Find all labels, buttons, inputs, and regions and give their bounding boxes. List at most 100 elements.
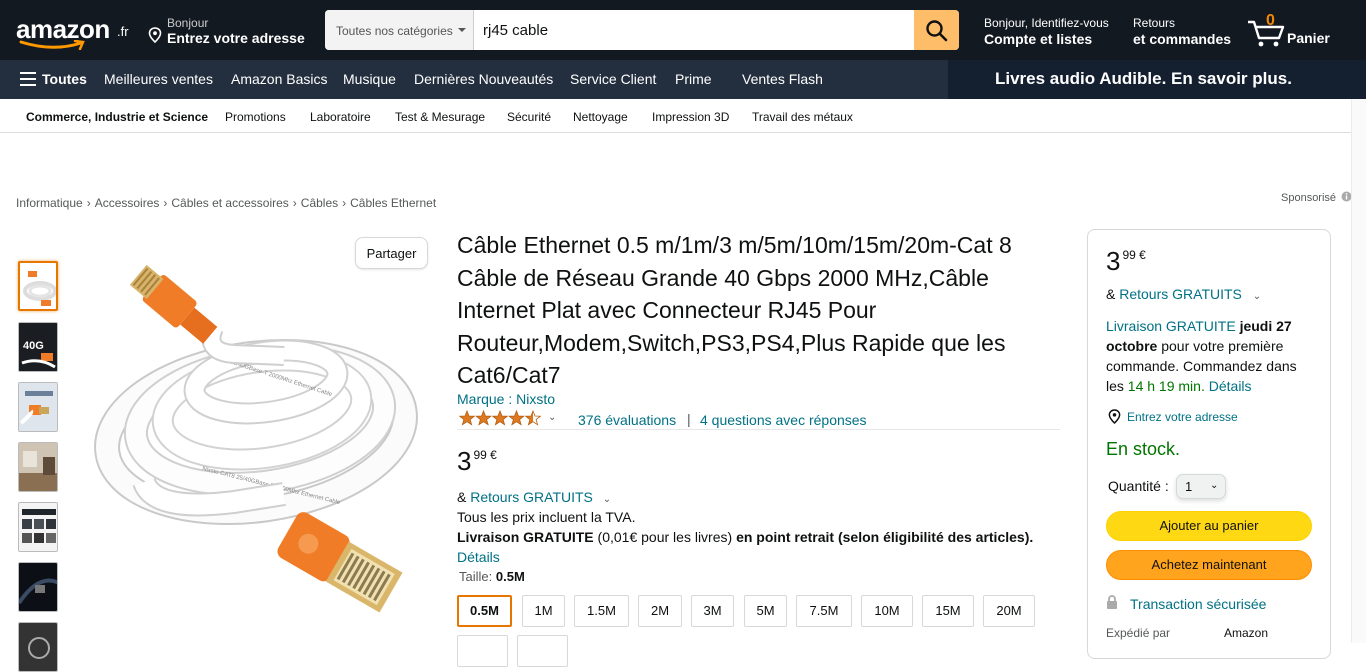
star-rating-icon[interactable] xyxy=(459,410,543,426)
rating-row: ⌄ 376 évaluations | 4 questions avec rép… xyxy=(457,410,1060,430)
nav-item-service-client[interactable]: Service Client xyxy=(570,71,656,87)
subnav-item-impression-3d[interactable]: Impression 3D xyxy=(652,110,729,124)
chevron-down-icon[interactable]: ⌄ xyxy=(603,494,611,505)
size-option[interactable]: 7.5M xyxy=(796,595,852,627)
hamburger-menu-icon[interactable] xyxy=(20,72,36,86)
breadcrumb-separator: › xyxy=(342,196,347,210)
breadcrumb-item[interactable]: Informatique xyxy=(16,196,83,210)
secure-transaction[interactable]: Transaction sécurisée xyxy=(1106,595,1276,613)
size-option[interactable]: 1M xyxy=(522,595,565,627)
size-option[interactable]: 20M xyxy=(983,595,1035,627)
nav-item-prime[interactable]: Prime xyxy=(675,71,712,87)
thumbnail-cable-white[interactable] xyxy=(18,261,58,311)
rating-separator: | xyxy=(687,411,691,427)
questions-link[interactable]: 4 questions avec réponses xyxy=(700,412,867,428)
account-greeting: Bonjour, Identifiez-vous xyxy=(984,16,1109,30)
logo-tld: .fr xyxy=(117,24,129,39)
breadcrumb: Informatique › Accessoires › Câbles et acces… xyxy=(16,196,436,210)
sponsored-label[interactable]: Sponsorisé xyxy=(1281,191,1352,204)
reviews-link[interactable]: 376 évaluations xyxy=(578,412,676,428)
subnav-item-commerce[interactable]: Commerce, Industrie et Science xyxy=(26,110,208,124)
cart-icon xyxy=(1248,20,1285,47)
delivery-details-link[interactable]: Détails xyxy=(1209,378,1252,394)
chevron-down-icon[interactable]: ⌄ xyxy=(1253,291,1261,302)
shipped-by-label: Expédié par xyxy=(1106,626,1171,640)
caret-down-icon xyxy=(458,28,466,32)
account-lists: Compte et listes xyxy=(984,31,1093,47)
orders-line2: et commandes xyxy=(1133,31,1232,47)
cart-button[interactable]: 0 Panier xyxy=(1247,12,1337,50)
size-option[interactable] xyxy=(517,635,568,667)
delivery-details-link[interactable]: Détails xyxy=(457,549,500,565)
account-menu[interactable]: Bonjour, Identifiez-vous Compte et liste… xyxy=(984,16,1109,47)
delivery-free-link[interactable]: Livraison GRATUITE xyxy=(1106,318,1236,334)
breadcrumb-item[interactable]: Accessoires xyxy=(95,196,160,210)
returns-orders[interactable]: Retours et commandes xyxy=(1133,16,1231,47)
buybox-address[interactable]: Entrez votre adresse xyxy=(1106,409,1266,425)
thumbnail-dark[interactable] xyxy=(18,562,58,612)
free-returns-link[interactable]: Retours GRATUITS xyxy=(1119,286,1242,302)
buybox-free-returns: & Retours GRATUITS ⌄ xyxy=(1106,286,1261,302)
audible-promo-banner[interactable]: Livres audio Audible. En savoir plus. xyxy=(948,60,1366,99)
free-returns-link[interactable]: Retours GRATUITS xyxy=(470,489,593,505)
size-option[interactable]: 10M xyxy=(861,595,913,627)
breadcrumb-item[interactable]: Câbles Ethernet xyxy=(350,196,436,210)
subnav-item-promotions[interactable]: Promotions xyxy=(225,110,286,124)
search-bar: Toutes nos catégories xyxy=(325,10,959,50)
nav-item-musique[interactable]: Musique xyxy=(343,71,396,87)
size-option[interactable]: 5M xyxy=(744,595,787,627)
chevron-down-icon[interactable]: ⌄ xyxy=(548,412,556,423)
subnav-item-laboratoire[interactable]: Laboratoire xyxy=(310,110,371,124)
subnav-item-travail-metaux[interactable]: Travail des métaux xyxy=(752,110,853,124)
shipped-by-value: Amazon xyxy=(1224,626,1269,640)
breadcrumb-item[interactable]: Câbles xyxy=(301,196,338,210)
size-option[interactable]: 3M xyxy=(691,595,734,627)
free-returns: & Retours GRATUITS ⌄ xyxy=(457,489,611,505)
buy-now-button[interactable]: Achetez maintenant xyxy=(1106,550,1312,580)
size-option[interactable]: 15M xyxy=(922,595,974,627)
size-option[interactable]: 0.5M xyxy=(457,595,512,627)
thumbnail-40gbps[interactable]: 40G xyxy=(18,322,58,372)
size-selection-label: Taille: 0.5M xyxy=(459,569,525,584)
location-pin-icon xyxy=(148,27,162,43)
amazon-logo[interactable]: amazon .fr xyxy=(16,10,136,50)
thumbnail-video[interactable] xyxy=(18,622,58,672)
page-scrollbar[interactable] xyxy=(1351,99,1366,643)
nav-item-amazon-basics[interactable]: Amazon Basics xyxy=(231,71,327,87)
thumbnail-image xyxy=(19,563,57,611)
search-button[interactable] xyxy=(914,10,959,50)
quantity-select[interactable]: 1 ⌄ xyxy=(1176,474,1226,499)
brand-link[interactable]: Marque : Nixsto xyxy=(457,391,555,407)
search-input[interactable] xyxy=(474,10,914,50)
nav-item-ventes-flash[interactable]: Ventes Flash xyxy=(742,71,823,87)
returns-prefix: & xyxy=(1106,286,1116,302)
subnav-item-test-mesurage[interactable]: Test & Mesurage xyxy=(395,110,485,124)
subnav-item-securite[interactable]: Sécurité xyxy=(507,110,551,124)
svg-text:40G: 40G xyxy=(23,340,44,352)
size-label: Taille: xyxy=(459,569,493,584)
nav-all[interactable]: Toutes xyxy=(42,71,87,87)
price-fraction: 99 € xyxy=(1122,248,1146,262)
thumbnail-image xyxy=(23,271,56,306)
size-option[interactable]: 2M xyxy=(638,595,682,627)
play-video-icon xyxy=(19,623,57,671)
thumbnail-connector[interactable] xyxy=(18,382,58,432)
product-image-cable[interactable]: Nixsto CAT8 25/40GBase-T 2000Mhz Etherne… xyxy=(84,262,424,643)
subnav-item-nettoyage[interactable]: Nettoyage xyxy=(573,110,628,124)
search-category-select[interactable]: Toutes nos catégories xyxy=(325,10,474,50)
breadcrumb-separator: › xyxy=(292,196,297,210)
thumbnail-devices[interactable] xyxy=(18,502,58,552)
breadcrumb-item[interactable]: Câbles et accessoires xyxy=(171,196,288,210)
thumbnail-image xyxy=(19,503,57,551)
secure-label: Transaction sécurisée xyxy=(1130,596,1267,612)
add-to-cart-button[interactable]: Ajouter au panier xyxy=(1106,511,1312,541)
location-pin-icon xyxy=(1108,409,1121,424)
size-option[interactable] xyxy=(457,635,508,667)
delivery-info: Livraison GRATUITE (0,01€ pour les livre… xyxy=(457,529,1033,545)
nav-item-dernieres-nouveautes[interactable]: Dernières Nouveautés xyxy=(414,71,553,87)
size-option[interactable]: 1.5M xyxy=(574,595,629,627)
nav-item-meilleures-ventes[interactable]: Meilleures ventes xyxy=(104,71,213,87)
thumbnail-room[interactable] xyxy=(18,442,58,492)
category-subnav: Commerce, Industrie et Science Promotion… xyxy=(0,99,1366,133)
chevron-down-icon: ⌄ xyxy=(1210,480,1219,491)
